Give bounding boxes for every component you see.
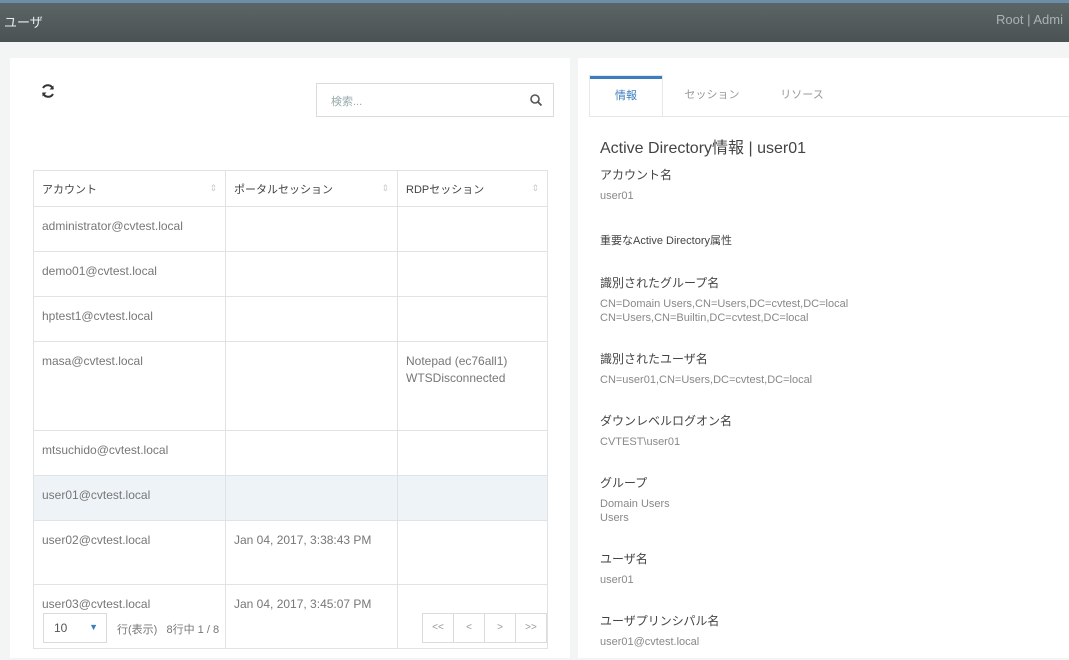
downlevel-logon-section: ダウンレベルログオン名 CVTEST\user01 xyxy=(600,414,733,448)
user-menu[interactable]: Root | Admi xyxy=(996,12,1063,27)
table-row[interactable]: user02@cvtest.local Jan 04, 2017, 3:38:43… xyxy=(33,520,548,585)
account-name-section: アカウント名 user01 xyxy=(600,168,673,202)
next-page-button[interactable]: > xyxy=(484,613,516,643)
tab-divider xyxy=(590,116,1069,117)
prev-page-button[interactable]: < xyxy=(453,613,485,643)
table-row[interactable]: demo01@cvtest.local xyxy=(33,251,548,297)
first-page-button[interactable]: << xyxy=(422,613,454,643)
upn-section: ユーザプリンシパル名 user01@cvtest.local xyxy=(600,614,720,648)
table-row-selected[interactable]: user01@cvtest.local xyxy=(33,475,548,521)
table-row[interactable]: mtsuchido@cvtest.local xyxy=(33,430,548,476)
chevron-down-icon: ▼ xyxy=(89,622,98,632)
page-nav: << < > >> xyxy=(422,613,547,643)
table-row[interactable]: masa@cvtest.local Notepad (ec76all1) WTSD… xyxy=(33,341,548,431)
tab-resources[interactable]: リソース xyxy=(762,76,842,116)
tab-sessions[interactable]: セッション xyxy=(670,76,754,116)
last-page-button[interactable]: >> xyxy=(515,613,547,643)
pagination: 10 ▼ 行(表示) 8行中 1 / 8 << < > >> xyxy=(33,609,547,645)
sort-icon[interactable]: ⇕ xyxy=(381,183,389,194)
users-table: アカウント ⇕ ポータルセッション ⇕ RDPセッション ⇕ administrato… xyxy=(33,170,548,649)
group-section: グループ Domain Users Users xyxy=(600,476,670,524)
username-section: ユーザ名 user01 xyxy=(600,552,648,586)
page-info: 行(表示) 8行中 1 / 8 xyxy=(117,624,220,636)
table-row[interactable]: hptest1@cvtest.local xyxy=(33,296,548,342)
table-row[interactable]: administrator@cvtest.local xyxy=(33,206,548,252)
column-header-rdp-session[interactable]: RDPセッション ⇕ xyxy=(397,170,548,207)
attributes-heading: 重要なActive Directory属性 xyxy=(600,235,733,247)
top-bar: ユーザ Root | Admi xyxy=(0,0,1069,42)
column-header-portal-session[interactable]: ポータルセッション ⇕ xyxy=(225,170,398,207)
search-input[interactable]: 検索... xyxy=(331,93,362,109)
search-box[interactable]: 検索... xyxy=(316,83,554,117)
page-size-select[interactable]: 10 ▼ xyxy=(43,613,107,643)
refresh-icon[interactable] xyxy=(40,83,56,99)
user-dn-section: 識別されたユーザ名 CN=user01,CN=Users,DC=cvtest,D… xyxy=(600,352,813,386)
main-content: 検索... アカウント ⇕ ポータルセッション ⇕ RDPセッション ⇕ admini… xyxy=(0,42,1069,660)
group-dn-section: 識別されたグループ名 CN=Domain Users,CN=Users,DC=c… xyxy=(600,276,849,324)
detail-panel: 情報 セッション リソース Active Directory情報 | user0… xyxy=(578,58,1069,658)
sort-icon[interactable]: ⇕ xyxy=(531,183,539,194)
detail-tabs: 情報 セッション リソース xyxy=(590,76,1050,116)
sort-icon[interactable]: ⇕ xyxy=(209,183,217,194)
column-header-account[interactable]: アカウント ⇕ xyxy=(33,170,226,207)
tab-info[interactable]: 情報 xyxy=(590,76,662,116)
page-title: ユーザ xyxy=(4,15,43,30)
search-icon[interactable] xyxy=(529,93,543,107)
detail-title: Active Directory情報 | user01 xyxy=(600,140,806,157)
